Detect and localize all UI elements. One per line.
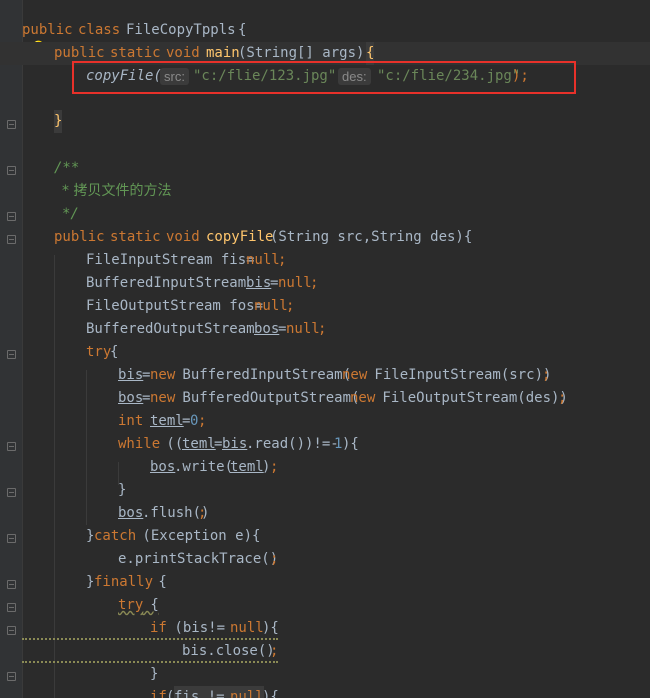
keyword: new xyxy=(342,367,368,383)
params: (Exception e){ xyxy=(134,528,261,544)
keyword: null xyxy=(230,686,264,698)
code-line[interactable]: } catch (Exception e){ xyxy=(0,525,650,548)
code-line[interactable]: BufferedInputStream bis = null ; xyxy=(0,272,650,295)
code-line[interactable]: } xyxy=(0,110,650,133)
punctuation: ; xyxy=(318,321,327,337)
keyword: null xyxy=(278,275,312,291)
punctuation: ; xyxy=(542,367,551,383)
brace-match: } xyxy=(54,110,63,133)
declaration: BufferedInputStream xyxy=(86,275,255,291)
code-line[interactable]: BufferedOutputStream bos = null ; xyxy=(0,318,650,341)
keyword: null xyxy=(246,252,280,268)
variable: teml xyxy=(230,459,264,475)
punctuation: ; xyxy=(270,551,279,567)
constructor: BufferedOutputStream( xyxy=(174,390,360,406)
keyword: null xyxy=(254,298,288,314)
variable: bis xyxy=(246,275,272,291)
brace: { xyxy=(110,344,119,360)
brace: { xyxy=(150,574,167,590)
keyword: catch xyxy=(94,528,137,544)
variable: bos xyxy=(254,321,280,337)
code-line[interactable]: FileOutputStream fos= null ; xyxy=(0,295,650,318)
declaration: FileOutputStream fos= xyxy=(86,298,264,314)
code-line[interactable]: e.printStackTrace() ; xyxy=(0,548,650,571)
annotation-highlight-box xyxy=(72,61,576,94)
variable: bis xyxy=(118,367,144,383)
code-line[interactable]: bos = new BufferedOutputStream( new File… xyxy=(0,387,650,410)
code-line[interactable]: public class FileCopyTppls { xyxy=(0,19,650,42)
keyword: public xyxy=(22,22,73,38)
code-line[interactable]: * 拷贝文件的方法 xyxy=(0,180,650,203)
method-name: copyFile xyxy=(206,229,274,245)
constructor: FileOutputStream(des)) xyxy=(374,390,568,406)
declaration: BufferedOutputStream xyxy=(86,321,264,337)
variable: bis xyxy=(222,436,248,452)
method-call: e.printStackTrace() xyxy=(118,551,279,567)
keyword: try xyxy=(86,344,112,360)
declaration: FileInputStream fis= xyxy=(86,252,255,268)
keyword: new xyxy=(350,390,376,406)
code-line[interactable]: if ( fis != null ){ xyxy=(0,686,650,698)
variable: bos xyxy=(150,459,176,475)
condition: fis != xyxy=(174,686,234,698)
punctuation: ; xyxy=(310,275,319,291)
code-line[interactable]: public static void copyFile (String src,… xyxy=(0,226,650,249)
code-line[interactable]: } xyxy=(0,479,650,502)
keyword: new xyxy=(150,390,176,406)
punctuation: ){ xyxy=(342,436,359,452)
keyword: static xyxy=(110,229,161,245)
constructor: BufferedInputStream( xyxy=(174,367,352,383)
keyword: new xyxy=(150,367,176,383)
punctuation: (( xyxy=(158,436,184,452)
method-call: .read())!=- xyxy=(246,436,339,452)
brace: } xyxy=(118,482,127,498)
punctuation: ; xyxy=(198,505,207,521)
keyword: finally xyxy=(94,574,154,590)
code-line[interactable]: /** xyxy=(0,157,650,180)
comment: */ xyxy=(62,206,79,222)
constructor: FileInputStream(src)) xyxy=(366,367,552,383)
code-line[interactable]: bis = new BufferedInputStream( new FileI… xyxy=(0,364,650,387)
method-call: .write( xyxy=(174,459,234,475)
class-name: FileCopyTppls xyxy=(126,22,236,38)
variable: teml xyxy=(150,413,184,429)
code-line[interactable]: while (( teml = bis .read())!=- 1 ){ xyxy=(0,433,650,456)
comment: /** xyxy=(54,160,80,176)
code-line[interactable]: try { xyxy=(0,341,650,364)
comment: * 拷贝文件的方法 xyxy=(62,183,172,199)
punctuation: ; xyxy=(198,413,207,429)
brace: ){ xyxy=(262,689,279,698)
variable: bos xyxy=(118,505,144,521)
code-line[interactable]: try { xyxy=(0,594,650,617)
code-line[interactable]: FileInputStream fis= null ; xyxy=(0,249,650,272)
brace: { xyxy=(142,597,159,613)
punctuation: ; xyxy=(558,390,567,406)
keyword: null xyxy=(286,321,320,337)
params: (String src,String des){ xyxy=(270,229,473,245)
keyword: try xyxy=(118,597,144,613)
code-line[interactable]: bos .flush() ; xyxy=(0,502,650,525)
code-line[interactable]: } xyxy=(0,663,650,686)
code-line[interactable]: bos .write( teml ) ; xyxy=(0,456,650,479)
code-line[interactable]: */ xyxy=(0,203,650,226)
punctuation: ; xyxy=(286,298,295,314)
keyword: if xyxy=(150,689,167,698)
punctuation: ; xyxy=(270,459,279,475)
variable: bos xyxy=(118,390,144,406)
keyword: class xyxy=(78,22,121,38)
code-editor[interactable]: 💡 public class FileCopyTppls { public st… xyxy=(0,0,650,698)
keyword: public xyxy=(54,229,105,245)
brace: } xyxy=(150,666,159,682)
code-line[interactable]: } finally { xyxy=(0,571,650,594)
brace: { xyxy=(238,22,247,38)
keyword: int xyxy=(118,413,144,429)
variable: teml xyxy=(182,436,216,452)
code-line[interactable]: int teml = 0 ; xyxy=(0,410,650,433)
keyword: void xyxy=(166,229,200,245)
punctuation: ; xyxy=(278,252,287,268)
keyword: while xyxy=(118,436,161,452)
